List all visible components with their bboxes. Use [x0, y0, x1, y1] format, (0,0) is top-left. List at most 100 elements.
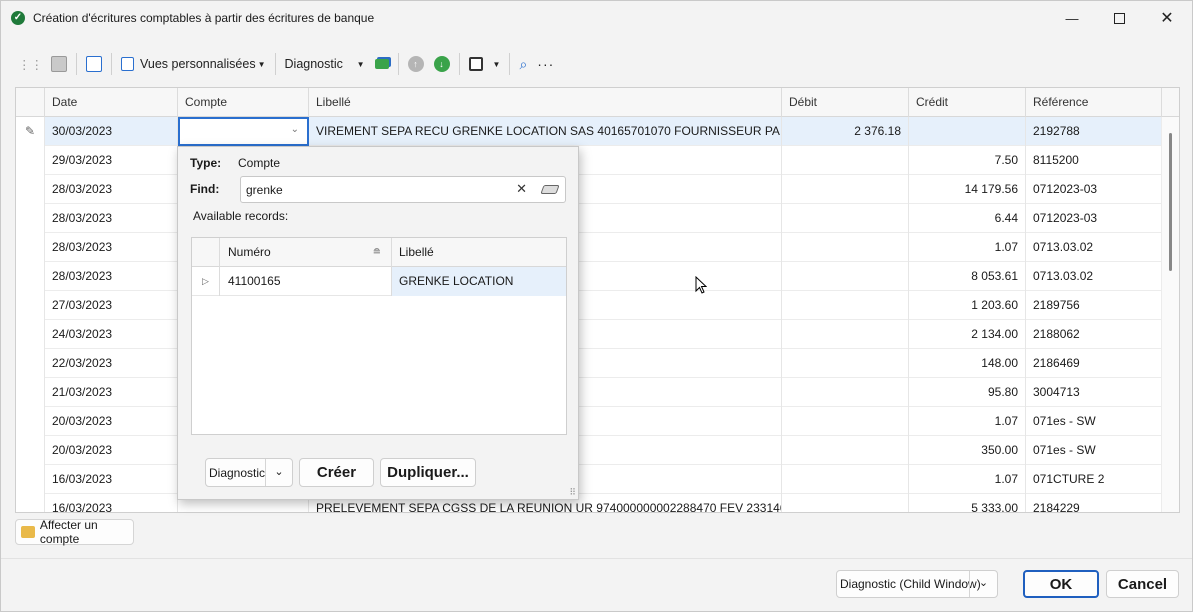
- cell-credit[interactable]: 1 203.60: [909, 291, 1026, 320]
- cell-credit[interactable]: 95.80: [909, 378, 1026, 407]
- cell-credit[interactable]: 8 053.61: [909, 262, 1026, 291]
- cell-debit[interactable]: [782, 291, 909, 320]
- cancel-button[interactable]: Cancel: [1106, 570, 1179, 598]
- column-header-credit[interactable]: Crédit: [909, 88, 1026, 117]
- cell-debit[interactable]: [782, 204, 909, 233]
- close-button[interactable]: ✕: [1144, 1, 1190, 35]
- column-header-compte[interactable]: Compte: [178, 88, 309, 117]
- cell-debit[interactable]: [782, 320, 909, 349]
- cell-debit[interactable]: [782, 262, 909, 291]
- vertical-scrollbar[interactable]: [1161, 117, 1179, 512]
- column-header-reference[interactable]: Référence: [1026, 88, 1162, 117]
- cell-debit[interactable]: [782, 378, 909, 407]
- cell-date[interactable]: 20/03/2023: [45, 407, 178, 436]
- move-up-button[interactable]: ↑: [403, 50, 429, 78]
- column-header-numero[interactable]: Numéro ≘: [220, 238, 392, 267]
- cell-reference[interactable]: 2189756: [1026, 291, 1162, 320]
- cell-debit[interactable]: [782, 146, 909, 175]
- cell-credit[interactable]: 148.00: [909, 349, 1026, 378]
- cell-credit[interactable]: [909, 117, 1026, 146]
- cell-reference[interactable]: 3004713: [1026, 378, 1162, 407]
- diagnostic-toolbar-button[interactable]: Diagnostic ▼: [280, 50, 370, 78]
- cell-reference[interactable]: 2186469: [1026, 349, 1162, 378]
- toolbar-button-money[interactable]: [370, 50, 394, 78]
- column-header-date[interactable]: Date: [45, 88, 178, 117]
- vues-personnalisees-button[interactable]: Vues personnalisées ▼: [116, 50, 271, 78]
- cell-debit[interactable]: [782, 465, 909, 494]
- dupliquer-button[interactable]: Dupliquer...: [380, 458, 476, 487]
- cell-reference[interactable]: 0713.03.02: [1026, 262, 1162, 291]
- cell-date[interactable]: 29/03/2023: [45, 146, 178, 175]
- resize-grip-icon[interactable]: ⠿: [569, 487, 576, 498]
- maximize-button[interactable]: [1096, 1, 1142, 35]
- cell-date[interactable]: 16/03/2023: [45, 465, 178, 494]
- more-options-button[interactable]: ···: [532, 50, 559, 78]
- cell-reference[interactable]: 2188062: [1026, 320, 1162, 349]
- cell-reference[interactable]: 2184229: [1026, 494, 1162, 512]
- minimize-button[interactable]: —: [1049, 1, 1095, 35]
- cell-date[interactable]: 24/03/2023: [45, 320, 178, 349]
- records-row-indicator-header: [192, 238, 220, 267]
- cell-reference[interactable]: 071CTURE 2: [1026, 465, 1162, 494]
- cell-reference[interactable]: 0712023-03: [1026, 204, 1162, 233]
- row-indicator: [16, 378, 45, 407]
- cell-debit[interactable]: [782, 175, 909, 204]
- cell-date[interactable]: 22/03/2023: [45, 349, 178, 378]
- cell-reference[interactable]: 8115200: [1026, 146, 1162, 175]
- cell-debit[interactable]: [782, 349, 909, 378]
- eraser-icon[interactable]: [540, 185, 560, 194]
- ok-button[interactable]: OK: [1023, 570, 1099, 598]
- cell-reference[interactable]: 2192788: [1026, 117, 1162, 146]
- toolbar-button-2[interactable]: [81, 50, 107, 78]
- cell-reference[interactable]: 0712023-03: [1026, 175, 1162, 204]
- toolbar-grip-icon[interactable]: ⋮⋮: [15, 50, 46, 78]
- cell-reference[interactable]: 071es - SW: [1026, 436, 1162, 465]
- save-dropdown-icon[interactable]: ▼: [493, 60, 501, 69]
- cell-date[interactable]: 28/03/2023: [45, 262, 178, 291]
- cell-debit[interactable]: [782, 436, 909, 465]
- column-header-debit[interactable]: Débit: [782, 88, 909, 117]
- cell-date[interactable]: 28/03/2023: [45, 204, 178, 233]
- cell-date[interactable]: 21/03/2023: [45, 378, 178, 407]
- cell-libelle[interactable]: VIREMENT SEPA RECU GRENKE LOCATION SAS 4…: [309, 117, 782, 146]
- clear-icon[interactable]: ✕: [516, 181, 527, 197]
- cell-date[interactable]: 28/03/2023: [45, 233, 178, 262]
- cell-credit[interactable]: 14 179.56: [909, 175, 1026, 204]
- chevron-down-icon[interactable]: ⌄: [291, 124, 299, 135]
- cell-credit[interactable]: 6.44: [909, 204, 1026, 233]
- cell-credit[interactable]: 1.07: [909, 465, 1026, 494]
- cell-reference[interactable]: 071es - SW: [1026, 407, 1162, 436]
- cell-date[interactable]: 27/03/2023: [45, 291, 178, 320]
- cell-credit[interactable]: 1.07: [909, 407, 1026, 436]
- cell-date[interactable]: 16/03/2023: [45, 494, 178, 512]
- column-header-libelle-popup[interactable]: Libellé: [392, 238, 566, 267]
- cell-credit[interactable]: 7.50: [909, 146, 1026, 175]
- find-input[interactable]: grenke ✕: [240, 176, 566, 203]
- cell-debit[interactable]: [782, 407, 909, 436]
- toolbar-button-1[interactable]: [46, 50, 72, 78]
- diagnostic-dropdown[interactable]: Diagnostic ⌄: [205, 458, 293, 487]
- cell-date[interactable]: 28/03/2023: [45, 175, 178, 204]
- cell-credit[interactable]: 5 333.00: [909, 494, 1026, 512]
- cell-credit[interactable]: 2 134.00: [909, 320, 1026, 349]
- affecter-compte-button[interactable]: Affecter un compte: [15, 518, 134, 546]
- cell-debit[interactable]: [782, 233, 909, 262]
- search-button[interactable]: ⌕: [514, 50, 532, 78]
- record-libelle: GRENKE LOCATION: [392, 267, 566, 296]
- cell-credit[interactable]: 1.07: [909, 233, 1026, 262]
- cell-date[interactable]: 30/03/2023: [45, 117, 178, 146]
- column-header-libelle[interactable]: Libellé: [309, 88, 782, 117]
- move-down-button[interactable]: ↓: [429, 50, 455, 78]
- cell-debit[interactable]: [782, 494, 909, 512]
- cell-credit[interactable]: 350.00: [909, 436, 1026, 465]
- save-button[interactable]: ▼: [464, 50, 506, 78]
- cell-date[interactable]: 20/03/2023: [45, 436, 178, 465]
- compte-editor-input[interactable]: ⌄: [178, 117, 309, 146]
- cell-reference[interactable]: 0713.03.02: [1026, 233, 1162, 262]
- cell-debit[interactable]: 2 376.18: [782, 117, 909, 146]
- expand-row-icon[interactable]: ▷: [192, 267, 220, 296]
- creer-button[interactable]: Créer: [299, 458, 374, 487]
- scrollbar-thumb[interactable]: [1169, 133, 1172, 271]
- diagnostic-child-window-dropdown[interactable]: Diagnostic (Child Window) ⌄: [836, 570, 998, 598]
- record-row[interactable]: ▷ 41100165 GRENKE LOCATION: [192, 267, 566, 296]
